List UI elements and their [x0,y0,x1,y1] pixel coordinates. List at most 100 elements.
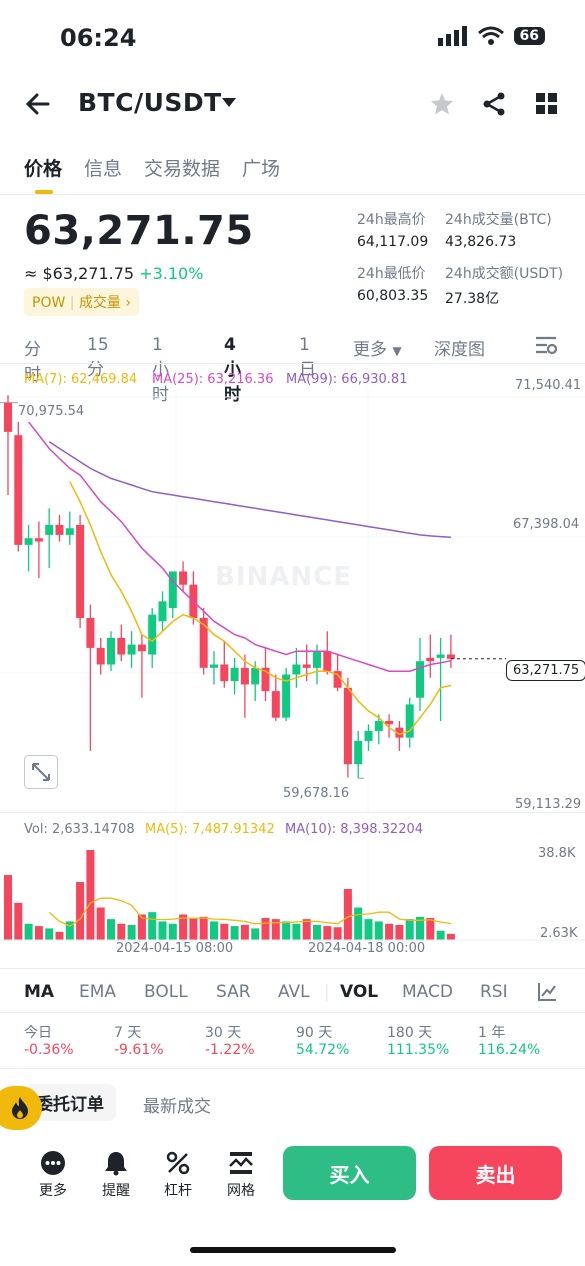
nav-alert[interactable]: 提醒 [91,1150,141,1200]
vol-ma5-legend: MA(5): 7,487.91342 [145,822,275,837]
ind-ema[interactable]: EMA [79,982,116,1002]
perf-1y: 1 年 116.24% [478,1022,540,1058]
volume-bar [4,875,12,940]
candle-body [210,664,218,668]
low-marker: 59,678.16 [283,786,350,801]
volume-bar [374,921,383,940]
volume-bar [86,850,95,940]
perf-7d: 7 天 -9.61% [114,1022,164,1058]
candle-body [323,651,332,672]
status-time: 06:24 [60,24,137,52]
volume-bar [405,919,414,940]
interval-depth[interactable]: 深度图 [434,335,485,360]
percent-icon [166,1151,190,1175]
volume-bar [230,926,239,940]
volume-bar [333,927,342,940]
approx-usd: ≈ $63,271.75 [24,264,135,283]
vol-legend: Vol: 2,633.14708 [24,822,135,837]
performance-row: 今日 -0.36% 7 天 -9.61% 30 天 -1.22% 90 天 54.72%… [24,1022,564,1067]
candle-body [107,637,115,665]
volume-bar [199,916,208,940]
high-label: 24h最高价 [357,212,426,228]
wifi-icon [477,26,504,45]
interval-more[interactable]: 更多 ▼ [353,335,402,360]
candlestick-chart[interactable] [0,390,585,815]
volume-bar [76,882,85,940]
volume-bar [446,933,455,940]
back-arrow-icon[interactable] [24,90,52,118]
sell-button[interactable]: 卖出 [429,1146,562,1200]
share-icon[interactable] [482,92,506,116]
ma99-line [48,441,451,538]
tab-trading-data[interactable]: 交易数据 [144,158,220,180]
vol-btc-value: 43,826.73 [445,234,517,250]
ind-macd[interactable]: MACD [402,982,453,1002]
perf-30d: 30 天 -1.22% [205,1022,255,1058]
nav-label: 更多 [39,1183,67,1199]
divider [0,1068,585,1069]
bell-icon [105,1152,127,1176]
high-marker: 70,975.54 [18,404,85,419]
divider [0,1012,585,1013]
volume-bar [261,917,270,940]
perf-label: 今日 [24,1025,52,1041]
grid-bot-icon [229,1152,253,1174]
more-dots-icon [41,1151,65,1175]
tab-price[interactable]: 价格 [24,158,62,180]
volume-bar [313,924,321,940]
star-icon[interactable] [430,92,454,116]
vol-usdt-value: 27.38亿 [445,291,500,307]
volume-bar [220,923,229,940]
ind-vol[interactable]: VOL [340,982,378,1002]
last-price: 63,271.75 [24,208,254,254]
floating-fire-button[interactable] [0,1086,42,1130]
ind-ma[interactable]: MA [24,982,54,1002]
expand-icon[interactable] [24,755,58,789]
candle-body [179,571,188,585]
tab-square[interactable]: 广场 [242,158,280,180]
volume-bar [148,912,157,940]
candle-body [220,664,229,682]
perf-value: 54.72% [296,1042,350,1058]
volume-bar [302,919,311,940]
volume-bar [364,919,373,940]
perf-value: 116.24% [478,1042,541,1058]
current-price-label: 63,271.75 [506,660,585,681]
nav-grid[interactable]: 网格 [216,1150,266,1200]
tab-info[interactable]: 信息 [84,158,122,180]
perf-90d: 90 天 54.72% [296,1022,349,1058]
vol-ma10-legend: MA(10): 8,398.32204 [285,822,424,837]
chart-settings-icon[interactable] [535,335,557,357]
pair-title[interactable]: BTC/USDT [78,88,222,117]
divider [0,812,585,813]
more-label: 更多 [353,340,387,360]
buy-button[interactable]: 买入 [283,1146,416,1200]
ind-sar[interactable]: SAR [216,982,251,1002]
volume-bar [323,926,332,940]
perf-label: 1 年 [478,1025,506,1041]
volume-chart[interactable] [0,840,585,942]
main-tabs: 价格 信息 交易数据 广场 [24,154,302,181]
candle-body [96,647,105,665]
candle-body [251,667,260,685]
nav-label: 网格 [227,1183,255,1199]
grid-menu-icon[interactable] [536,93,558,115]
nav-margin[interactable]: 杠杆 [153,1150,203,1200]
volume-bar [168,923,177,940]
vol-axis-top: 38.8K [538,846,576,861]
nav-more[interactable]: 更多 [28,1150,78,1200]
indicator-tabs: MA EMA BOLL SAR AVL | VOL MACD RSI [24,982,524,1006]
candle-body [24,538,33,545]
ind-boll[interactable]: BOLL [144,982,188,1002]
volume-bar [395,924,404,940]
ind-rsi[interactable]: RSI [480,982,508,1002]
indicator-chart-icon[interactable] [537,982,557,1002]
vol-btc-label: 24h成交量(BTC) [445,212,552,228]
caret-down-icon[interactable] [222,98,236,108]
tab-latest-trades[interactable]: 最新成交 [143,1092,211,1117]
volume-bar [426,917,435,940]
pow-tag[interactable]: POW | 成交量 › [24,288,139,316]
ind-avl[interactable]: AVL [278,982,310,1002]
perf-value: 111.35% [387,1042,450,1058]
volume-bar [343,888,352,940]
